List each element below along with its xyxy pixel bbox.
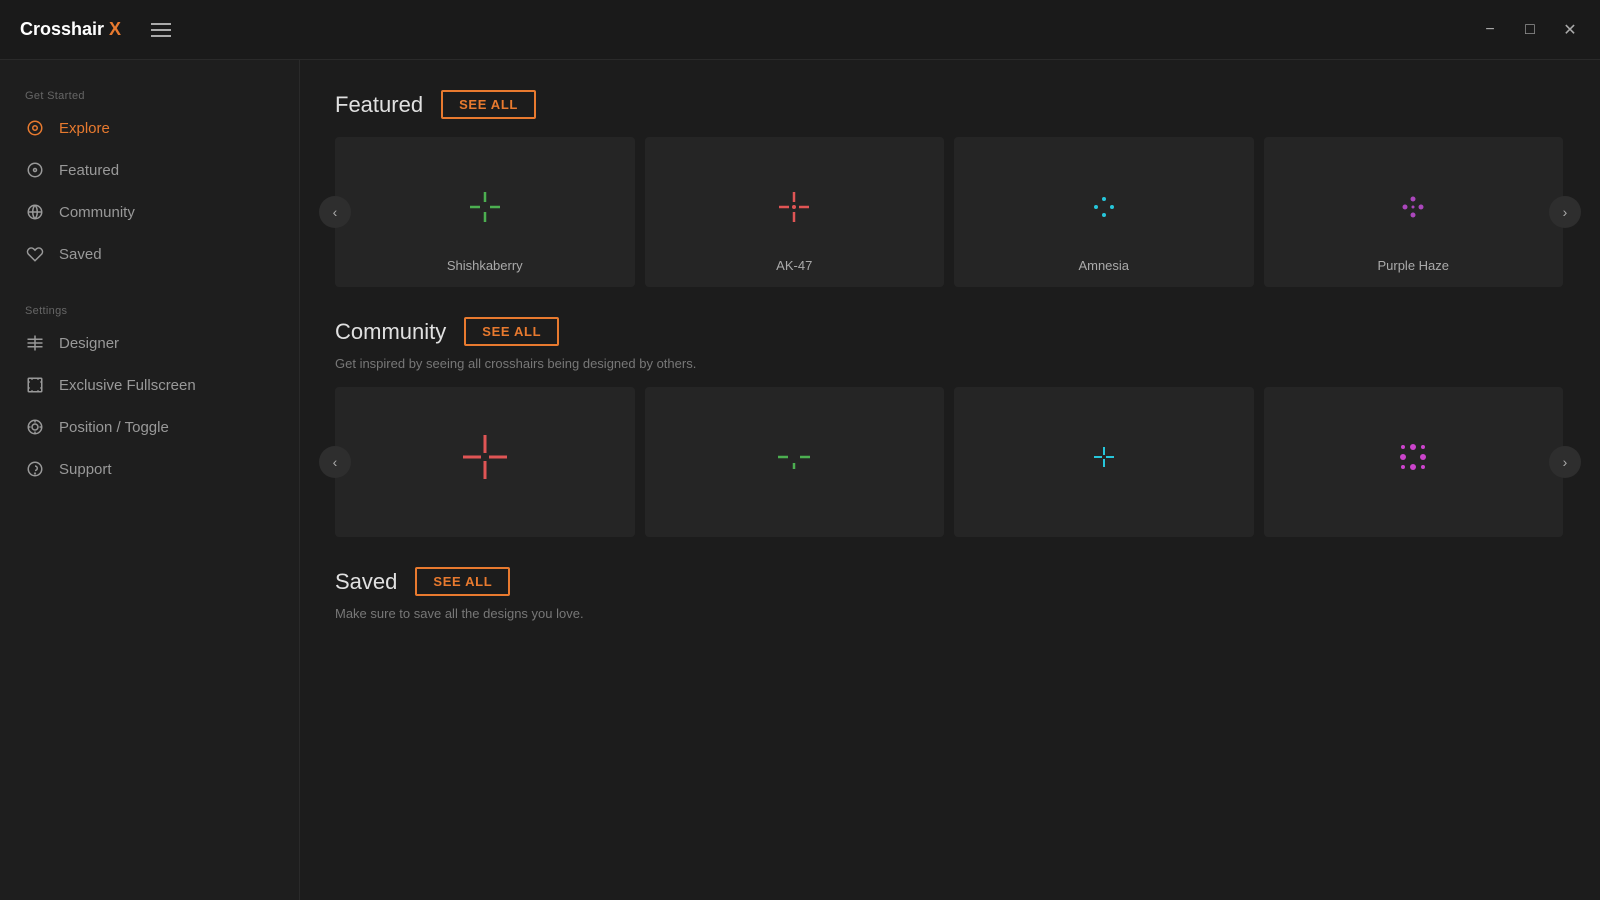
- sidebar-item-support[interactable]: Support: [0, 448, 299, 490]
- saved-see-all-button[interactable]: SEE ALL: [415, 567, 510, 596]
- sidebar-label-featured: Featured: [59, 162, 119, 179]
- sidebar-section-settings: Settings: [0, 295, 299, 322]
- featured-card-shishkaberry[interactable]: Shishkaberry: [335, 137, 635, 287]
- featured-see-all-button[interactable]: SEE ALL: [441, 90, 536, 119]
- sidebar-item-explore[interactable]: Explore: [0, 107, 299, 149]
- featured-card-label-ak47: AK-47: [776, 258, 812, 273]
- featured-card-ak47[interactable]: AK-47: [645, 137, 945, 287]
- crosshair-community-3: [1074, 427, 1134, 487]
- sidebar-label-position-toggle: Position / Toggle: [59, 419, 169, 436]
- sidebar-label-explore: Explore: [59, 120, 110, 137]
- featured-card-amnesia[interactable]: Amnesia: [954, 137, 1254, 287]
- titlebar-controls: − □ ✕: [1480, 20, 1580, 40]
- crosshair-amnesia: [1074, 177, 1134, 237]
- community-icon: [25, 202, 45, 222]
- community-description: Get inspired by seeing all crosshairs be…: [335, 356, 1565, 371]
- featured-carousel: Shishkaberry AK-47: [335, 137, 1565, 287]
- sidebar-label-community: Community: [59, 204, 135, 221]
- app-title-accent: X: [109, 19, 121, 39]
- community-section-header: Community SEE ALL: [335, 317, 1565, 346]
- position-icon: [25, 417, 45, 437]
- featured-carousel-wrapper: ‹ Shishkaberry: [335, 137, 1565, 287]
- fullscreen-icon: [25, 375, 45, 395]
- featured-title: Featured: [335, 92, 423, 118]
- saved-description: Make sure to save all the designs you lo…: [335, 606, 1565, 621]
- community-carousel-wrapper: ‹: [335, 387, 1565, 537]
- community-card-4[interactable]: [1264, 387, 1564, 537]
- community-next-button[interactable]: ›: [1549, 446, 1581, 478]
- featured-next-button[interactable]: ›: [1549, 196, 1581, 228]
- featured-card-purple-haze[interactable]: Purple Haze: [1264, 137, 1564, 287]
- featured-prev-button[interactable]: ‹: [319, 196, 351, 228]
- titlebar-left: Crosshair X: [20, 19, 171, 40]
- sidebar-item-exclusive-fullscreen[interactable]: Exclusive Fullscreen: [0, 364, 299, 406]
- sidebar-label-saved: Saved: [59, 246, 102, 263]
- explore-icon: [25, 118, 45, 138]
- sidebar-label-support: Support: [59, 461, 112, 478]
- hamburger-menu[interactable]: [151, 23, 171, 37]
- sidebar-item-saved[interactable]: Saved: [0, 233, 299, 275]
- support-icon: [25, 459, 45, 479]
- crosshair-shishkaberry: [455, 177, 515, 237]
- saved-icon: [25, 244, 45, 264]
- close-button[interactable]: ✕: [1560, 20, 1580, 40]
- community-carousel: [335, 387, 1565, 537]
- sidebar: Get Started Explore Featured: [0, 60, 300, 900]
- saved-section-header: Saved SEE ALL: [335, 567, 1565, 596]
- community-card-2[interactable]: [645, 387, 945, 537]
- sidebar-item-community[interactable]: Community: [0, 191, 299, 233]
- crosshair-purple-haze: [1383, 177, 1443, 237]
- main-layout: Get Started Explore Featured: [0, 60, 1600, 900]
- community-card-3[interactable]: [954, 387, 1254, 537]
- app-title: Crosshair X: [20, 19, 121, 40]
- featured-card-label-purple-haze: Purple Haze: [1377, 258, 1449, 273]
- sidebar-item-featured[interactable]: Featured: [0, 149, 299, 191]
- featured-card-label-shishkaberry: Shishkaberry: [447, 258, 523, 273]
- designer-icon: [25, 333, 45, 353]
- crosshair-community-2: [764, 427, 824, 487]
- sidebar-label-designer: Designer: [59, 335, 119, 352]
- sidebar-section-get-started: Get Started: [0, 80, 299, 107]
- community-card-1[interactable]: [335, 387, 635, 537]
- community-prev-button[interactable]: ‹: [319, 446, 351, 478]
- sidebar-item-designer[interactable]: Designer: [0, 322, 299, 364]
- featured-icon: [25, 160, 45, 180]
- maximize-button[interactable]: □: [1520, 20, 1540, 40]
- featured-card-label-amnesia: Amnesia: [1078, 258, 1129, 273]
- sidebar-item-position-toggle[interactable]: Position / Toggle: [0, 406, 299, 448]
- minimize-button[interactable]: −: [1480, 20, 1500, 40]
- crosshair-community-1: [455, 427, 515, 487]
- crosshair-ak47: [764, 177, 824, 237]
- content-area: Featured SEE ALL ‹ Shishkaberry: [300, 60, 1600, 900]
- saved-title: Saved: [335, 569, 397, 595]
- community-see-all-button[interactable]: SEE ALL: [464, 317, 559, 346]
- featured-section-header: Featured SEE ALL: [335, 90, 1565, 119]
- titlebar: Crosshair X − □ ✕: [0, 0, 1600, 60]
- sidebar-label-exclusive-fullscreen: Exclusive Fullscreen: [59, 377, 196, 394]
- community-title: Community: [335, 319, 446, 345]
- crosshair-community-4: [1383, 427, 1443, 487]
